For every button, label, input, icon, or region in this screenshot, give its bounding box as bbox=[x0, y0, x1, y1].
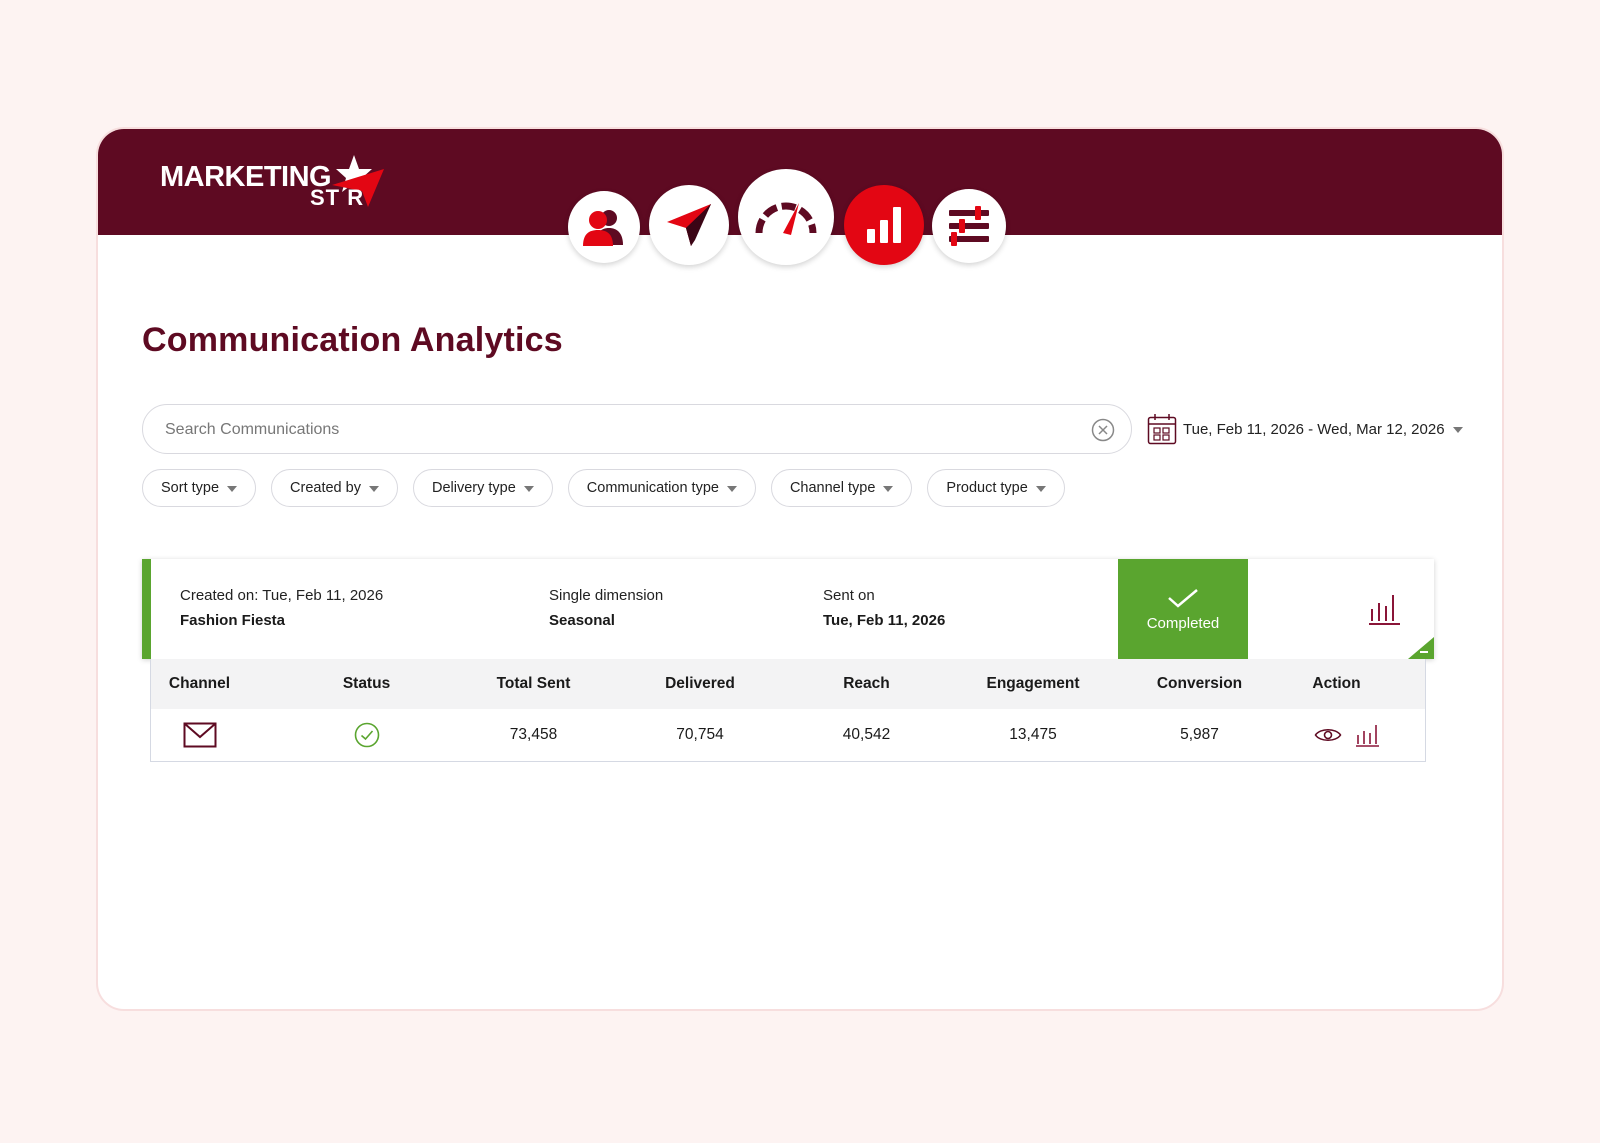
channel-cell bbox=[151, 722, 248, 748]
sent-on-value: Tue, Feb 11, 2026 bbox=[823, 612, 946, 629]
filter-delivery-type[interactable]: Delivery type bbox=[412, 469, 553, 507]
bar-chart-icon bbox=[867, 207, 901, 243]
status-label: Completed bbox=[1146, 614, 1220, 632]
logo-word-marketing: MARKETING bbox=[160, 161, 332, 193]
calendar-icon bbox=[1147, 414, 1177, 445]
checkmark-icon bbox=[1168, 588, 1198, 608]
col-channel: Channel bbox=[168, 675, 231, 692]
col-status: Status bbox=[342, 675, 391, 692]
gauge-icon bbox=[755, 202, 817, 235]
users-icon bbox=[583, 210, 623, 246]
filter-label: Sort type bbox=[161, 480, 220, 496]
col-conversion: Conversion bbox=[1156, 675, 1243, 692]
reach-cell: 40,542 bbox=[842, 725, 891, 743]
delivered-cell: 70,754 bbox=[676, 725, 724, 743]
row-chart-icon[interactable] bbox=[1355, 723, 1380, 747]
filter-label: Communication type bbox=[586, 480, 719, 496]
paper-plane-icon bbox=[667, 204, 711, 246]
search-input[interactable] bbox=[165, 417, 1045, 443]
col-action: Action bbox=[1312, 675, 1361, 692]
col-delivered: Delivered bbox=[665, 675, 735, 692]
card-sent: Sent on Tue, Feb 11, 2026 bbox=[823, 587, 945, 629]
channel-table: Channel Status Total Sent Delivered Reac… bbox=[150, 659, 1426, 762]
col-total-sent: Total Sent bbox=[496, 675, 571, 692]
check-circle-icon bbox=[354, 722, 379, 747]
conversion-cell: 5,987 bbox=[1180, 725, 1219, 743]
filter-label: Created by bbox=[290, 480, 361, 496]
table-row[interactable]: 73,458 70,754 40,542 13,475 5,987 bbox=[151, 709, 1425, 760]
filter-label: Delivery type bbox=[431, 480, 516, 496]
table-header: Channel Status Total Sent Delivered Reac… bbox=[151, 659, 1425, 709]
chevron-down-icon bbox=[368, 486, 379, 492]
clear-search-icon[interactable] bbox=[1091, 418, 1115, 442]
sent-on-label: Sent on bbox=[823, 587, 875, 604]
filter-created-by[interactable]: Created by bbox=[271, 469, 398, 507]
card-dimension: Single dimension Seasonal bbox=[549, 587, 663, 629]
date-range-picker[interactable]: Tue, Feb 11, 2026 - Wed, Mar 12, 2026 bbox=[1147, 407, 1467, 451]
collapse-toggle[interactable] bbox=[1408, 637, 1434, 659]
logo-word-star: ST R bbox=[310, 185, 365, 210]
app-window: MARKETING ST R Communication Analytics S… bbox=[96, 127, 1504, 1011]
chevron-down-icon bbox=[523, 486, 534, 492]
total-sent-cell: 73,458 bbox=[509, 725, 558, 743]
filter-communication-type[interactable]: Communication type bbox=[567, 469, 756, 507]
chevron-down-icon bbox=[883, 486, 894, 492]
chevron-down-icon bbox=[1452, 427, 1463, 433]
filter-channel-type[interactable]: Channel type bbox=[770, 469, 913, 507]
chevron-down-icon bbox=[726, 486, 737, 492]
analytics-chart-icon[interactable] bbox=[1369, 591, 1401, 625]
dimension-value: Seasonal bbox=[549, 612, 615, 629]
filter-label: Product type bbox=[946, 480, 1028, 496]
engagement-cell: 13,475 bbox=[1009, 725, 1057, 743]
page-title: Communication Analytics bbox=[142, 321, 563, 359]
communication-name: Fashion Fiesta bbox=[180, 612, 286, 629]
status-cell bbox=[248, 722, 485, 748]
status-badge: Completed bbox=[1118, 559, 1248, 659]
filter-bar: Sort type Created by Delivery type Commu… bbox=[142, 469, 1080, 507]
minus-icon bbox=[1420, 651, 1428, 653]
nav-analytics-button[interactable] bbox=[844, 185, 924, 265]
filter-product-type[interactable]: Product type bbox=[927, 469, 1065, 507]
nav-send-button[interactable] bbox=[649, 185, 729, 265]
nav-settings-button[interactable] bbox=[932, 189, 1006, 263]
col-reach: Reach bbox=[843, 675, 890, 692]
filter-sort-type[interactable]: Sort type bbox=[142, 469, 257, 507]
logo[interactable]: MARKETING ST R bbox=[160, 155, 400, 211]
nav-dashboard-button[interactable] bbox=[738, 169, 834, 265]
sliders-icon bbox=[949, 206, 989, 246]
col-engagement: Engagement bbox=[986, 675, 1080, 692]
nav-users-button[interactable] bbox=[568, 191, 640, 263]
communication-card[interactable]: Created on: Tue, Feb 11, 2026 Fashion Fi… bbox=[142, 559, 1434, 659]
created-on-label: Created on: Tue, Feb 11, 2026 bbox=[180, 587, 384, 604]
eye-icon[interactable] bbox=[1314, 726, 1342, 744]
dimension-label: Single dimension bbox=[549, 587, 664, 604]
chevron-down-icon bbox=[1035, 486, 1046, 492]
card-created: Created on: Tue, Feb 11, 2026 Fashion Fi… bbox=[180, 587, 383, 629]
email-icon bbox=[183, 722, 216, 747]
search-box[interactable] bbox=[142, 404, 1132, 454]
action-cell bbox=[1248, 723, 1425, 747]
filter-label: Channel type bbox=[789, 480, 876, 496]
chevron-down-icon bbox=[227, 486, 238, 492]
date-range-label: Tue, Feb 11, 2026 - Wed, Mar 12, 2026 bbox=[1183, 420, 1445, 438]
